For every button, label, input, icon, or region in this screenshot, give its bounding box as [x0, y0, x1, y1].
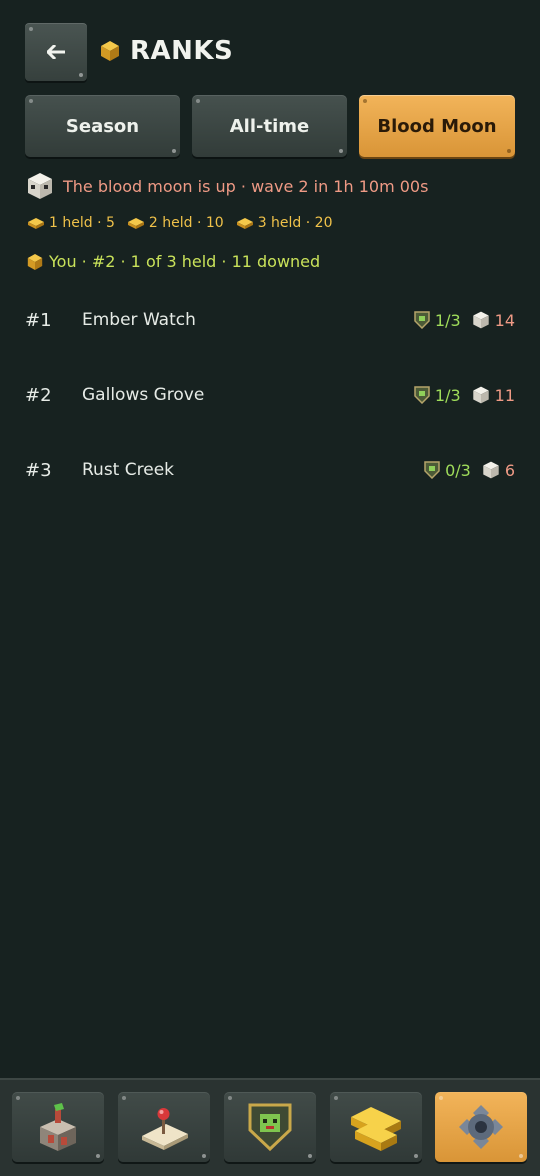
leaderboard-tabs: Season All-time Blood Moon [25, 95, 515, 157]
zombie-shield-icon [424, 461, 440, 479]
player-rank-summary: You · #2 · 1 of 3 held · 11 downed [27, 252, 320, 271]
nav-ranks-button[interactable] [224, 1092, 316, 1162]
rank-row[interactable]: #3 Rust Creek 0/3 6 [25, 455, 515, 485]
gold-bar-icon [236, 218, 253, 229]
gold-bar-icon [28, 218, 44, 229]
map-pin-icon [142, 1108, 188, 1150]
gold-cube-icon [27, 253, 43, 270]
zombie-shield-icon [414, 311, 430, 329]
held-count: 0/3 [445, 460, 471, 480]
held-count: 1/3 [434, 310, 461, 330]
page-title: RANKS [130, 36, 234, 66]
nav-base-button[interactable] [12, 1092, 104, 1162]
rank-number: #1 [25, 309, 52, 331]
downed-count: 6 [504, 460, 515, 480]
downed-count: 11 [494, 385, 515, 405]
reward-tier-2: 2 held · 10 [127, 215, 224, 231]
gold-bars-icon [351, 1107, 401, 1151]
zombie-shield-icon [414, 386, 430, 404]
rank-row[interactable]: #1 Ember Watch 1/3 14 [25, 305, 515, 335]
nav-settings-button[interactable] [435, 1092, 527, 1162]
rank-number: #2 [25, 384, 52, 406]
reward-tier-1: 1 held · 5 [27, 215, 115, 231]
tab-all-time[interactable]: All-time [192, 95, 347, 157]
rank-number: #3 [25, 459, 52, 481]
reward-tiers: 1 held · 5 2 held · 10 3 held · 20 [27, 215, 332, 231]
blood-moon-status: The blood moon is up · wave 2 in 1h 10m … [27, 172, 428, 200]
zombie-shield-icon [248, 1103, 292, 1152]
tower-icon [40, 1103, 76, 1151]
tab-blood-moon[interactable]: Blood Moon [359, 95, 515, 157]
rank-stats: 1/3 14 [414, 311, 515, 330]
tab-season[interactable]: Season [25, 95, 180, 157]
reward-tier-3: 3 held · 20 [236, 215, 333, 231]
arrow-left-icon [47, 45, 65, 59]
skull-icon [483, 461, 499, 479]
reward-label: 2 held · 10 [148, 215, 224, 231]
gold-cube-icon [101, 41, 119, 61]
rank-stats: 1/3 11 [414, 386, 515, 405]
skull-icon [472, 386, 489, 404]
back-button[interactable] [25, 23, 87, 81]
reward-label: 3 held · 20 [257, 215, 333, 231]
skull-icon [28, 173, 52, 199]
bottom-nav [0, 1078, 540, 1176]
gear-icon [459, 1105, 503, 1149]
downed-count: 14 [494, 310, 515, 330]
rank-name: Ember Watch [82, 310, 196, 330]
rank-row[interactable]: #2 Gallows Grove 1/3 11 [25, 380, 515, 410]
rank-stats: 0/3 6 [424, 461, 515, 480]
reward-label: 1 held · 5 [49, 215, 115, 231]
nav-shop-button[interactable] [330, 1092, 422, 1162]
player-rank-text: You · #2 · 1 of 3 held · 11 downed [49, 252, 321, 271]
held-count: 1/3 [434, 385, 461, 405]
rank-name: Rust Creek [82, 460, 174, 480]
status-text: The blood moon is up · wave 2 in 1h 10m … [63, 176, 429, 196]
gold-bar-icon [127, 218, 144, 229]
skull-icon [472, 311, 489, 329]
nav-map-button[interactable] [118, 1092, 210, 1162]
rank-name: Gallows Grove [82, 385, 205, 405]
page-header: RANKS [100, 36, 233, 66]
